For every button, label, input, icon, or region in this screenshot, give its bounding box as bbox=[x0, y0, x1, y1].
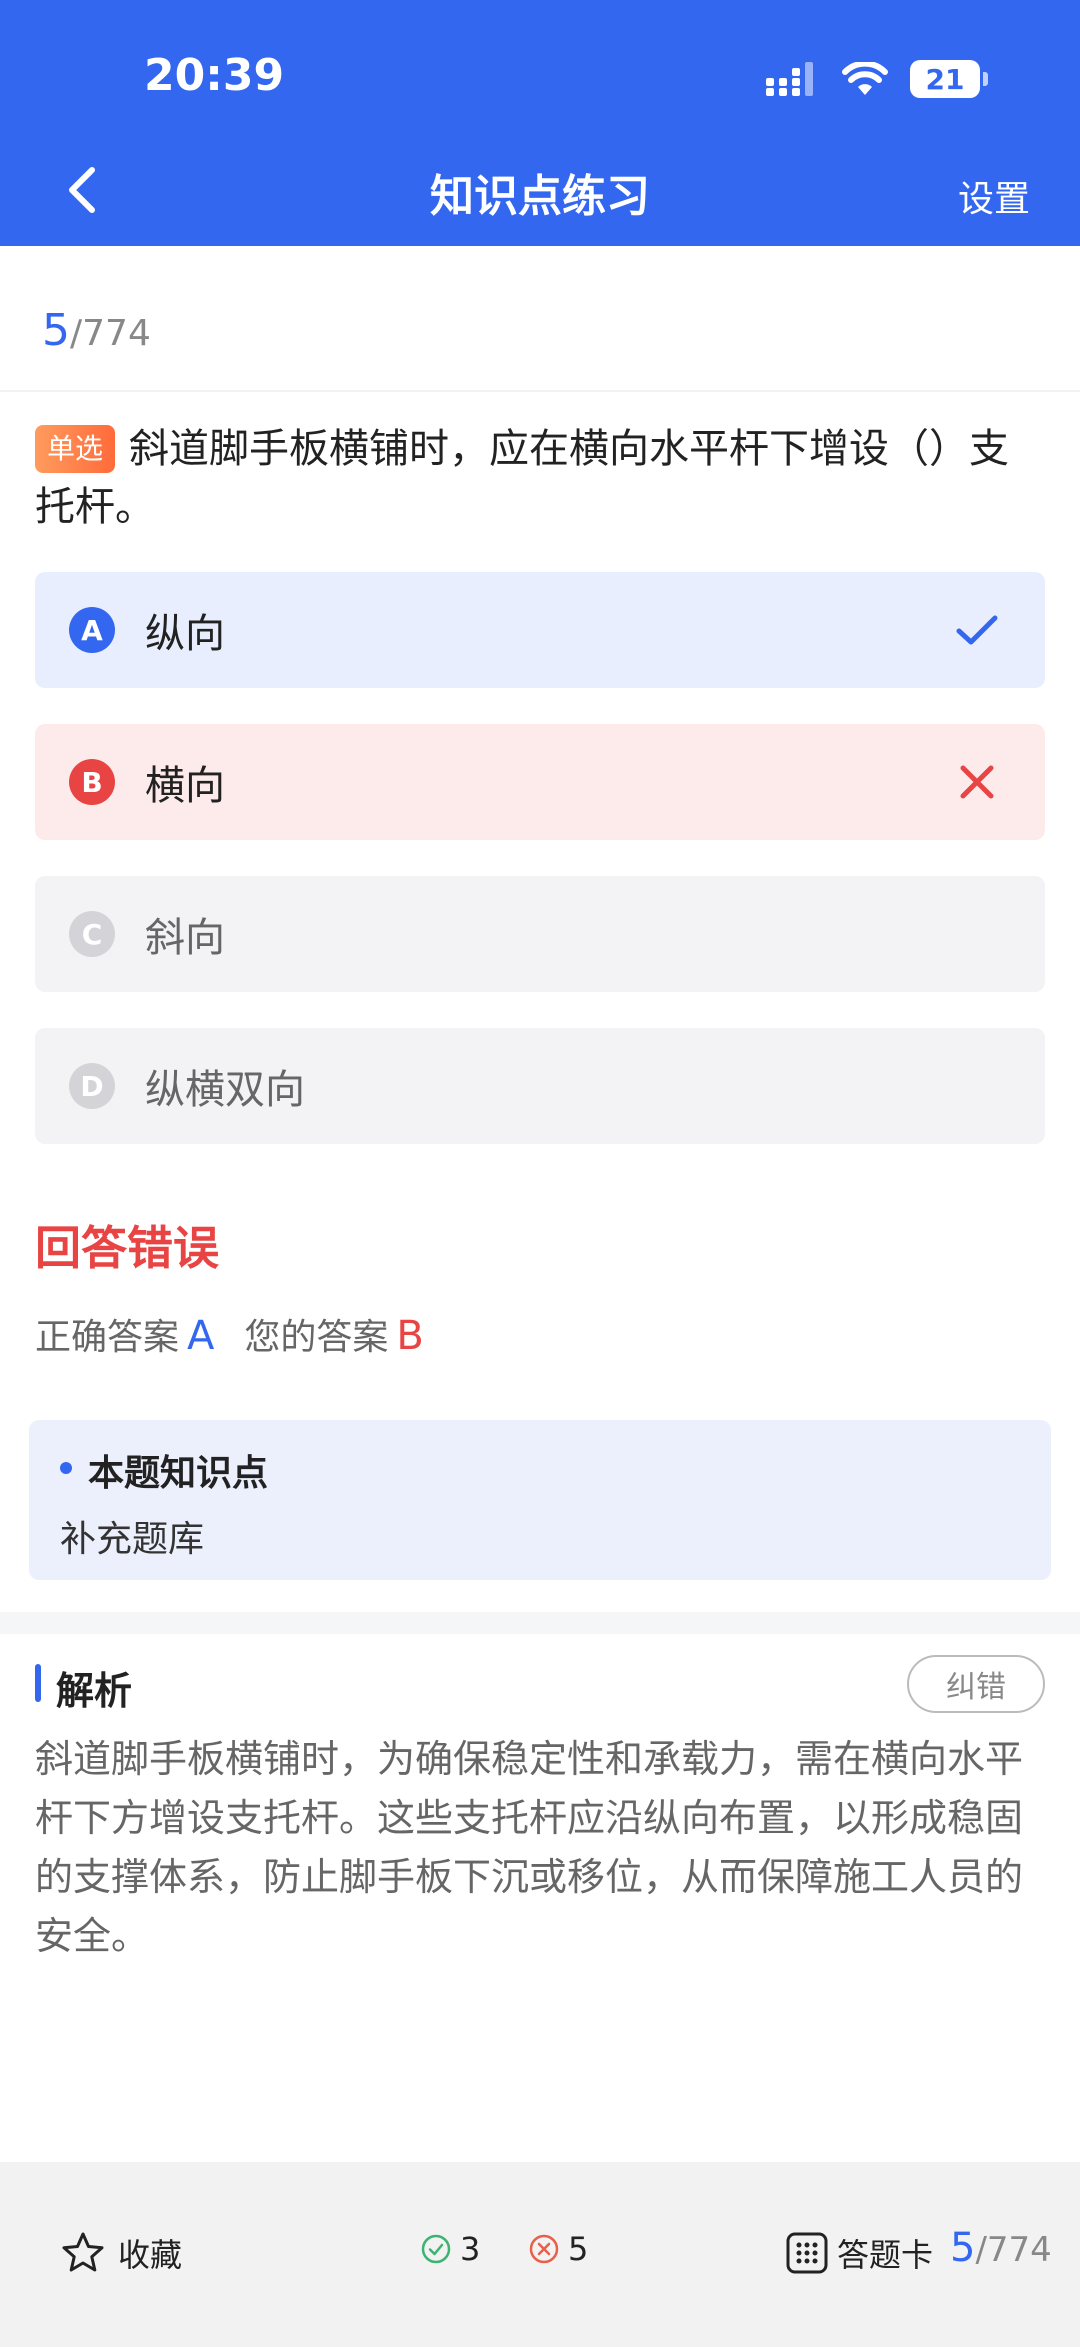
page-title: 知识点练习 bbox=[430, 171, 650, 222]
check-circle-icon bbox=[421, 2234, 451, 2264]
wrong-count: 5 bbox=[528, 2230, 588, 2268]
settings-button[interactable]: 设置 bbox=[958, 170, 1030, 222]
close-icon bbox=[960, 765, 994, 799]
option-label: 横向 bbox=[145, 763, 225, 809]
x-circle-icon bbox=[529, 2234, 559, 2264]
option-d[interactable]: D 纵横双向 bbox=[35, 1028, 1045, 1144]
knowledge-content: 补充题库 bbox=[60, 1519, 205, 1560]
question-type-tag: 单选 bbox=[35, 425, 116, 473]
right-count: 3 bbox=[420, 2230, 480, 2268]
progress-total: /774 bbox=[70, 313, 151, 354]
option-label: 纵横双向 bbox=[145, 1067, 305, 1113]
signal-icon bbox=[766, 62, 813, 96]
wifi-icon bbox=[842, 62, 888, 95]
battery-level: 21 bbox=[925, 62, 965, 96]
result-title: 回答错误 bbox=[35, 1221, 219, 1275]
wrong-count-value: 5 bbox=[568, 2230, 589, 2268]
option-b[interactable]: B 横向 bbox=[35, 724, 1045, 840]
answer-card-button[interactable]: 答题卡 bbox=[785, 2230, 933, 2276]
check-icon bbox=[956, 615, 998, 645]
status-icons: 21 bbox=[766, 56, 988, 102]
favorite-button[interactable]: 收藏 bbox=[60, 2230, 182, 2276]
your-answer-value: B bbox=[396, 1313, 424, 1359]
option-c[interactable]: C 斜向 bbox=[35, 876, 1045, 992]
option-key: C bbox=[69, 911, 115, 957]
analysis-title: 解析 bbox=[56, 1669, 133, 1713]
answer-card-label: 答题卡 bbox=[837, 2236, 934, 2274]
your-answer-label: 您的答案 bbox=[244, 1317, 389, 1358]
analysis-text: 斜道脚手板横铺时，为确保稳定性和承载力，需在横向水平杆下方增设支托杆。这些支托杆… bbox=[35, 1737, 1024, 1958]
section-separator bbox=[0, 1612, 1080, 1634]
option-key: A bbox=[69, 607, 115, 653]
right-count-value: 3 bbox=[460, 2230, 481, 2268]
bottom-progress-total: /774 bbox=[975, 2230, 1052, 2270]
option-key: D bbox=[69, 1063, 115, 1109]
report-error-button[interactable]: 纠错 bbox=[907, 1655, 1045, 1713]
star-icon bbox=[62, 2232, 104, 2272]
knowledge-title: 本题知识点 bbox=[88, 1453, 269, 1494]
correct-answer-label: 正确答案 bbox=[35, 1317, 180, 1358]
question-text: 斜道脚手板横铺时，应在横向水平杆下增设（）支托杆。 bbox=[35, 426, 1010, 530]
option-label: 斜向 bbox=[145, 915, 225, 961]
progress-current: 5 bbox=[42, 305, 70, 356]
option-label: 纵向 bbox=[145, 611, 225, 657]
divider bbox=[0, 390, 1080, 392]
question-progress: 5/774 bbox=[42, 305, 151, 356]
section-accent-bar bbox=[35, 1664, 41, 1702]
favorite-label: 收藏 bbox=[118, 2236, 183, 2274]
option-key: B bbox=[69, 759, 115, 805]
bottom-progress: 5/774 bbox=[950, 2225, 1052, 2271]
status-time: 20:39 bbox=[144, 50, 285, 101]
option-a[interactable]: A 纵向 bbox=[35, 572, 1045, 688]
grid-icon bbox=[786, 2232, 828, 2274]
bullet-dot bbox=[60, 1462, 72, 1474]
bottom-progress-current: 5 bbox=[950, 2225, 976, 2271]
question-text-block: 单选 斜道脚手板横铺时，应在横向水平杆下增设（）支托杆。 bbox=[35, 420, 1045, 536]
correct-answer-value: A bbox=[187, 1313, 215, 1359]
answer-summary: 正确答案 A 您的答案 B bbox=[35, 1308, 424, 1360]
battery-icon: 21 bbox=[910, 60, 988, 98]
